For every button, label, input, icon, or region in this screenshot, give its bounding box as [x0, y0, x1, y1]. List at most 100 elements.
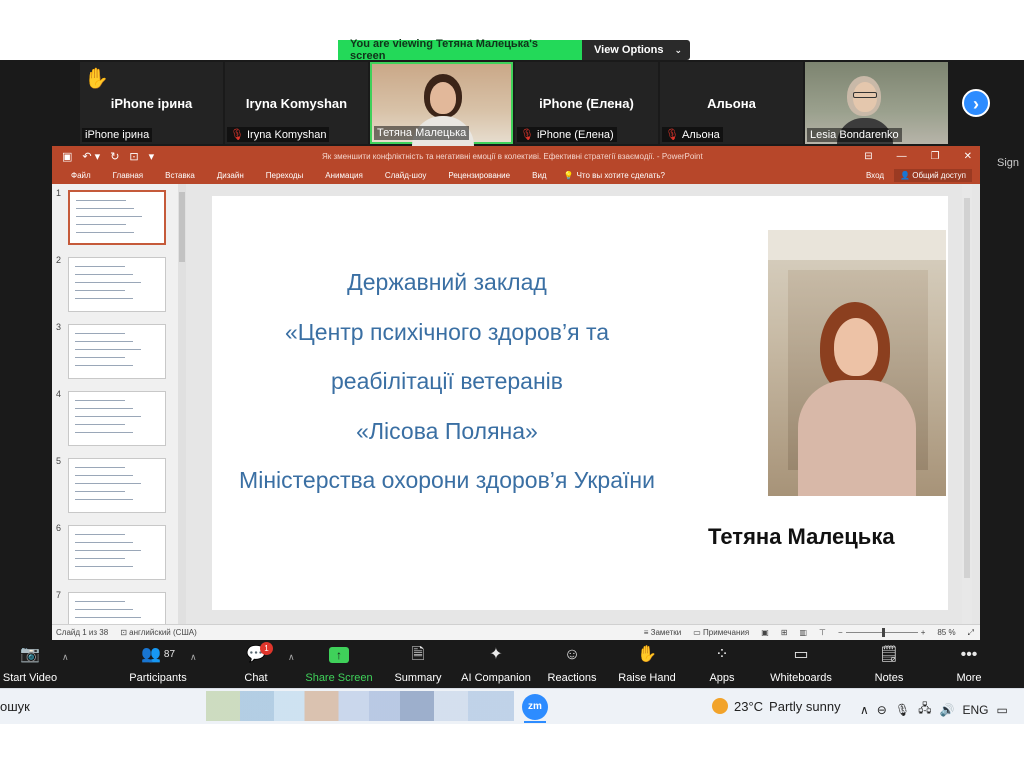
ribbon-display-icon[interactable]: ⊟: [864, 151, 872, 162]
chevron-up-icon[interactable]: ∧: [860, 703, 869, 717]
raise-hand-button[interactable]: ✋ Raise Hand: [607, 644, 687, 686]
participant-tile-active-speaker[interactable]: Тетяна Малецька: [370, 62, 513, 146]
network-icon[interactable]: 🖧: [918, 699, 931, 720]
participant-tile[interactable]: iPhone (Елена) 🎙 iPhone (Елена): [515, 62, 658, 144]
notes-button[interactable]: 🗒 Notes: [849, 644, 929, 686]
ribbon-tab[interactable]: Слайд-шоу: [374, 171, 437, 180]
thumbnail-text-line: [75, 601, 125, 602]
microphone-icon[interactable]: 🎙: [895, 703, 910, 717]
thumbnail-text-line: [76, 216, 142, 217]
close-icon[interactable]: ✕: [964, 151, 972, 162]
participant-strip: ✋ iPhone ірина iPhone ірина Iryna Komysh…: [80, 62, 948, 146]
ai-companion-button[interactable]: ✦ AI Companion: [456, 644, 536, 686]
summary-button[interactable]: 🗎 Summary: [378, 644, 458, 686]
zoom-level[interactable]: 85 %: [937, 628, 955, 637]
toolbar-label: Chat: [244, 672, 268, 684]
speaker-name: Тетяна Малецька: [708, 524, 895, 549]
slide-thumbnail-pane: 1 2 3 4 5 6 7: [52, 184, 178, 647]
tray-app-icon[interactable]: ⊖: [877, 703, 887, 717]
toolbar-icon-wrap: ▭: [761, 644, 841, 666]
slide-text-line: Міністерства охорони здоров’я України: [239, 467, 655, 493]
participants-button[interactable]: 👥 87 Participants: [118, 644, 198, 686]
thumbnail-scrollbar[interactable]: [178, 184, 186, 624]
customize-icon[interactable]: ▾: [149, 150, 155, 163]
presentation-icon[interactable]: ⊡: [129, 150, 138, 163]
ribbon-tab[interactable]: Вставка: [154, 171, 206, 180]
ribbon-tab[interactable]: Анимация: [314, 171, 374, 180]
chat-button[interactable]: 💬 1 Chat: [216, 642, 296, 686]
redo-icon[interactable]: ↻: [110, 150, 119, 163]
scroll-thumb[interactable]: [964, 198, 970, 578]
participant-tile[interactable]: Lesia Bondarenko: [805, 62, 948, 144]
video-off-button[interactable]: 📷 Start Video: [0, 644, 70, 686]
toolbar-icon-wrap: ↑: [299, 644, 379, 666]
toolbar-label: More: [956, 672, 982, 684]
share-screen-button[interactable]: ↑ Share Screen: [299, 644, 379, 686]
participant-display-name: Альона: [707, 96, 756, 111]
thumbnail-text-line: [75, 298, 133, 299]
ribbon-tab[interactable]: Вид: [521, 171, 557, 180]
participant-tile[interactable]: ✋ iPhone ірина iPhone ірина: [80, 62, 223, 144]
scroll-thumb[interactable]: [179, 192, 185, 262]
next-page-arrow-icon[interactable]: ›: [962, 89, 990, 117]
maximize-icon[interactable]: ❐: [931, 151, 940, 162]
ribbon-tab[interactable]: Переходы: [255, 171, 315, 180]
chevron-up-icon[interactable]: ∧: [288, 652, 295, 663]
slideshow-icon[interactable]: ⊤: [819, 628, 826, 637]
notes-label: Заметки: [650, 628, 682, 637]
comment-icon: ▭: [693, 628, 701, 637]
login-link[interactable]: Вход: [866, 171, 884, 180]
reactions-button[interactable]: ☺ Reactions: [532, 644, 612, 686]
fit-slide-icon[interactable]: ⤢: [968, 628, 974, 638]
tell-me-box[interactable]: 💡 Что вы хотите сделать?: [564, 171, 665, 180]
minimize-icon[interactable]: —: [897, 151, 907, 162]
system-tray: ∧ ⊖ 🎙 🖧 🔊 ENG ▭: [860, 699, 1008, 720]
apps-button[interactable]: ⁘ Apps: [682, 644, 762, 686]
normal-view-icon[interactable]: ▣: [761, 628, 769, 637]
thumbnail-text-line: [75, 274, 133, 275]
whiteboards-button[interactable]: ▭ Whiteboards: [761, 644, 841, 686]
thumbnail-text-line: [75, 416, 141, 417]
thumbnail-text-line: [75, 542, 133, 543]
participant-tile[interactable]: Iryna Komyshan 🎙 Iryna Komyshan: [225, 62, 368, 144]
input-language[interactable]: ENG: [962, 703, 988, 717]
viewing-text: You are viewing Тетяна Малецька's screen: [338, 38, 582, 62]
thumbnail-text-line: [75, 475, 133, 476]
participant-name: iPhone ірина: [85, 129, 150, 141]
volume-icon[interactable]: 🔊: [939, 703, 954, 717]
chevron-up-icon[interactable]: ∧: [62, 652, 69, 663]
taskbar-search[interactable]: ошук: [0, 699, 30, 714]
slide-counter: Слайд 1 из 38: [56, 628, 109, 637]
language-indicator[interactable]: ⊡ английский (США): [120, 628, 197, 637]
share-button[interactable]: 👤 Общий доступ: [894, 168, 972, 182]
more-button[interactable]: ••• More: [929, 644, 1009, 686]
undo-icon[interactable]: ↶ ▾: [82, 150, 100, 163]
quick-access-toolbar: ▣ ↶ ▾ ↻ ⊡ ▾: [52, 150, 154, 163]
notes-button[interactable]: ≡ Заметки: [644, 628, 682, 637]
thumbnail-text-line: [75, 266, 125, 267]
view-options-button[interactable]: View Options ⌄: [582, 40, 690, 60]
save-icon[interactable]: ▣: [62, 150, 72, 163]
comments-button[interactable]: ▭ Примечания: [693, 628, 749, 637]
thumbnail-text-line: [75, 499, 133, 500]
current-slide[interactable]: Державний заклад «Центр психічного здоров…: [212, 196, 948, 610]
ribbon-tab[interactable]: Файл: [60, 171, 102, 180]
ribbon-tab[interactable]: Дизайн: [206, 171, 255, 180]
ppt-ribbon-tabs: Файл Главная Вставка Дизайн Переходы Анимация…: [52, 166, 980, 184]
notifications-icon[interactable]: ▭: [996, 703, 1007, 717]
thumbnail-text-line: [75, 357, 125, 358]
slide-text-line: Державний заклад: [347, 269, 547, 295]
reading-view-icon[interactable]: ▥: [799, 628, 807, 637]
slide-sorter-icon[interactable]: ⊞: [781, 628, 788, 637]
participant-tile[interactable]: Альона 🎙 Альона: [660, 62, 803, 144]
zoom-app-icon[interactable]: zm: [522, 694, 548, 720]
slide-scrollbar[interactable]: [962, 184, 972, 624]
ribbon-tab[interactable]: Рецензирование: [437, 171, 521, 180]
ribbon-tab[interactable]: Главная: [102, 171, 154, 180]
toolbar-label: Participants: [129, 672, 187, 684]
toolbar-icon-wrap: ☺: [532, 644, 612, 666]
toolbar-label: Notes: [874, 672, 904, 684]
weather-widget[interactable]: 23°C Partly sunny: [712, 698, 841, 714]
zoom-slider[interactable]: − +: [838, 628, 925, 637]
chevron-up-icon[interactable]: ∧: [190, 652, 197, 663]
